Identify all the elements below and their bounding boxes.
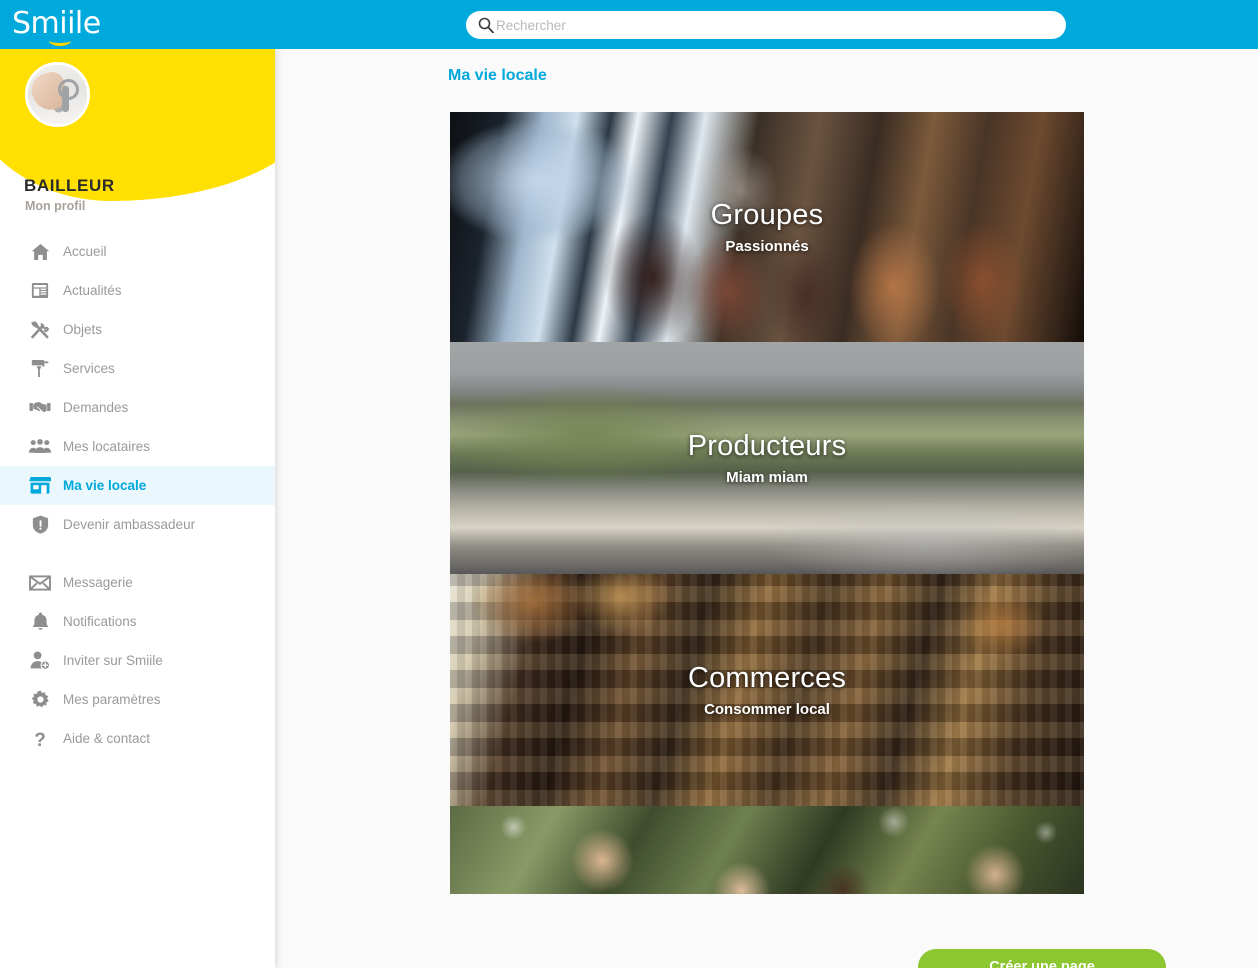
sidebar-item-label: Notifications — [63, 614, 137, 629]
sidebar-item-label: Accueil — [63, 244, 107, 259]
envelope-icon — [27, 571, 53, 595]
bell-icon — [27, 610, 53, 634]
avatar[interactable] — [25, 62, 90, 127]
category-card-next[interactable] — [450, 806, 1084, 894]
sidebar-item-objets[interactable]: Objets — [0, 310, 275, 349]
sidebar-item-notifications[interactable]: Notifications — [0, 602, 275, 641]
paint-roller-icon — [27, 357, 53, 381]
search-bar[interactable] — [466, 11, 1066, 39]
card-subtitle: Consommer local — [704, 701, 830, 718]
sidebar-item-demandes[interactable]: Demandes — [0, 388, 275, 427]
sidebar-item-label: Mes paramètres — [63, 692, 161, 707]
sidebar-item-services[interactable]: Services — [0, 349, 275, 388]
category-card-commerces[interactable]: Commerces Consommer local — [450, 574, 1084, 806]
card-subtitle: Miam miam — [726, 469, 808, 486]
home-icon — [27, 240, 53, 264]
sidebar-item-inviter-sur-smiile[interactable]: Inviter sur Smiile — [0, 641, 275, 680]
top-header-bar: Smiile — [0, 0, 1258, 49]
sidebar-item-label: Devenir ambassadeur — [63, 517, 196, 532]
sidebar-item-label: Objets — [63, 322, 103, 337]
card-overlay: Commerces Consommer local — [450, 574, 1084, 806]
sidebar-group-divider — [0, 544, 275, 563]
category-card-list: Groupes Passionnés Producteurs Miam miam… — [450, 112, 1084, 894]
sidebar-item-devenir-ambassadeur[interactable]: Devenir ambassadeur — [0, 505, 275, 544]
people-icon — [27, 435, 53, 459]
sidebar-item-label: Inviter sur Smiile — [63, 653, 163, 668]
sidebar-item-accueil[interactable]: Accueil — [0, 232, 275, 271]
avatar-key-shape — [58, 79, 80, 113]
card-overlay: Groupes Passionnés — [450, 112, 1084, 342]
sidebar-item-label: Mes locataires — [63, 439, 151, 454]
sidebar-item-label: Actualités — [63, 283, 122, 298]
sidebar-item-ma-vie-locale[interactable]: Ma vie locale — [0, 466, 275, 505]
user-add-icon — [27, 649, 53, 673]
card-overlay: Producteurs Miam miam — [450, 342, 1084, 574]
sidebar-item-aide-contact[interactable]: ? Aide & contact — [0, 719, 275, 758]
avatar-image — [28, 65, 87, 124]
search-box[interactable] — [466, 11, 1066, 39]
smiile-logo[interactable]: Smiile — [12, 8, 107, 46]
sidebar-item-label: Aide & contact — [63, 731, 151, 746]
sidebar-item-label: Messagerie — [63, 575, 133, 590]
gear-icon — [27, 688, 53, 712]
page-title: Ma vie locale — [448, 67, 547, 84]
sidebar-item-mes-parametres[interactable]: Mes paramètres — [0, 680, 275, 719]
newspaper-icon — [27, 279, 53, 303]
logo-smile-curve-icon — [49, 35, 71, 46]
create-page-button[interactable]: Créer une page — [918, 949, 1166, 968]
main-content: Ma vie locale Groupes Passionnés Product… — [275, 49, 1258, 968]
search-icon — [478, 17, 494, 34]
sidebar-navigation: Accueil Actualités Objets Services Deman… — [0, 232, 275, 758]
sidebar-item-mes-locataires[interactable]: Mes locataires — [0, 427, 275, 466]
shield-icon — [27, 513, 53, 537]
card-title: Producteurs — [687, 430, 847, 462]
sidebar-item-label: Services — [63, 361, 115, 376]
search-input[interactable] — [496, 11, 1056, 39]
sidebar-item-label: Demandes — [63, 400, 129, 415]
sidebar-item-label: Ma vie locale — [63, 478, 147, 493]
card-title: Commerces — [687, 662, 847, 694]
card-subtitle: Passionnés — [725, 238, 809, 255]
card-image-next — [450, 806, 1084, 894]
profile-subtitle-link[interactable]: Mon profil — [25, 199, 85, 213]
category-card-groupes[interactable]: Groupes Passionnés — [450, 112, 1084, 342]
sidebar-item-actualites[interactable]: Actualités — [0, 271, 275, 310]
svg-text:?: ? — [34, 730, 46, 749]
profile-name: BAILLEUR — [24, 176, 115, 195]
sidebar-item-messagerie[interactable]: Messagerie — [0, 563, 275, 602]
handshake-icon — [27, 396, 53, 420]
category-card-producteurs[interactable]: Producteurs Miam miam — [450, 342, 1084, 574]
tools-icon — [27, 318, 53, 342]
card-title: Groupes — [710, 199, 824, 231]
sidebar: BAILLEUR Mon profil Accueil Actualités O… — [0, 49, 275, 968]
question-icon: ? — [27, 727, 53, 751]
storefront-icon — [27, 474, 53, 498]
